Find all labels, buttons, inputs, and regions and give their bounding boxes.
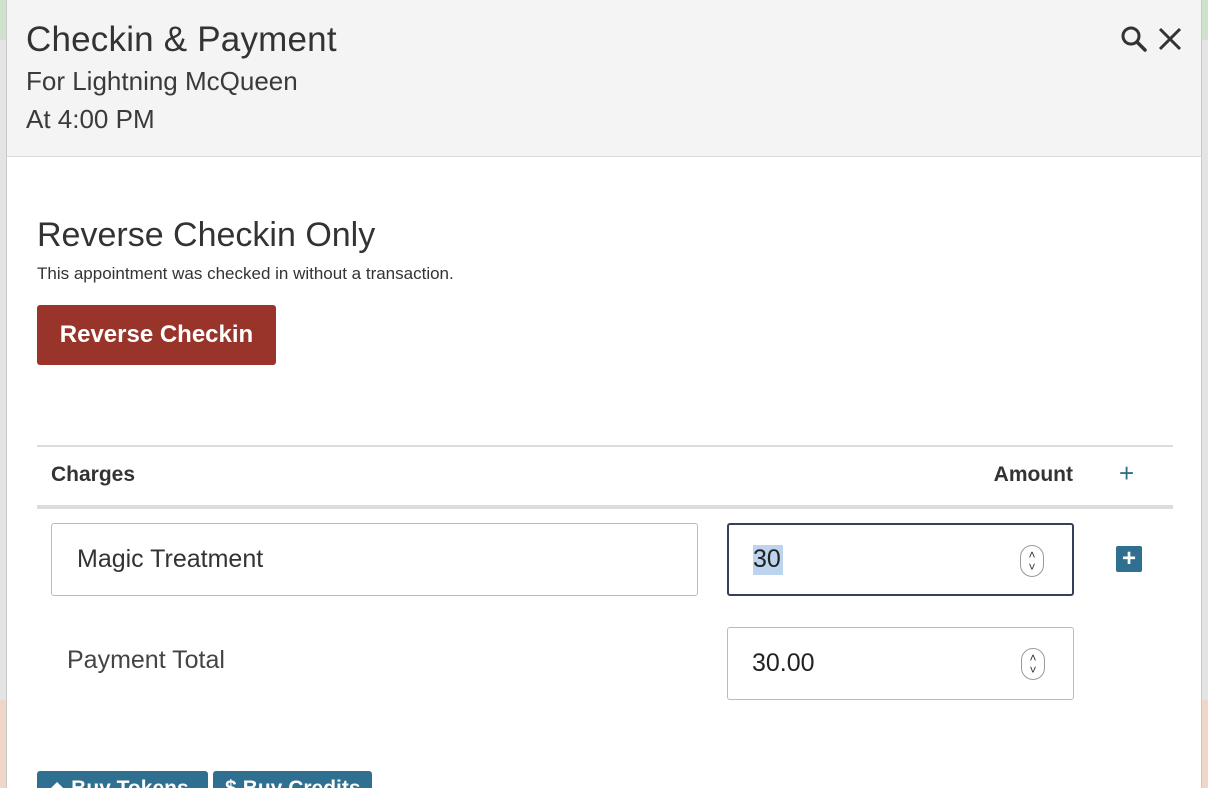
buy-tokens-button[interactable]: ◆ Buy Tokens bbox=[37, 771, 208, 788]
modal-subtitle-time: At 4:00 PM bbox=[26, 104, 155, 134]
charge-amount-field[interactable]: ˄ ˅ bbox=[727, 523, 1074, 596]
buy-credits-button[interactable]: $ Buy Credits bbox=[213, 771, 372, 788]
modal-subtitle-customer: For Lightning McQueen bbox=[26, 66, 298, 96]
modal-title: Checkin & Payment bbox=[26, 20, 337, 59]
table-top-divider bbox=[37, 445, 1173, 447]
checkin-payment-modal: Checkin & Payment For Lightning McQueen … bbox=[6, 0, 1202, 788]
reverse-checkin-button[interactable]: Reverse Checkin bbox=[37, 305, 276, 365]
backdrop-right bbox=[1202, 0, 1208, 788]
charge-name-input[interactable] bbox=[51, 523, 698, 596]
tag-icon: ◆ bbox=[49, 777, 65, 788]
search-icon[interactable] bbox=[1119, 24, 1149, 54]
amount-column-header: Amount bbox=[993, 463, 1073, 486]
add-row-button[interactable]: + bbox=[1116, 546, 1142, 572]
add-charge-header-button[interactable]: + bbox=[1119, 460, 1134, 486]
buy-tokens-label: Buy Tokens bbox=[71, 777, 188, 788]
payment-total-field[interactable]: ˄ ˅ bbox=[727, 627, 1074, 700]
modal-header: Checkin & Payment For Lightning McQueen … bbox=[7, 0, 1201, 157]
reverse-section-title: Reverse Checkin Only bbox=[37, 216, 376, 254]
reverse-section-description: This appointment was checked in without … bbox=[37, 264, 454, 283]
charge-amount-input[interactable] bbox=[729, 525, 1009, 594]
amount-stepper[interactable]: ˄ ˅ bbox=[1020, 545, 1044, 577]
chevron-down-icon[interactable]: ˅ bbox=[1028, 561, 1035, 573]
payment-total-stepper[interactable]: ˄ ˅ bbox=[1021, 648, 1045, 680]
payment-total-input[interactable] bbox=[728, 628, 1008, 699]
close-icon[interactable] bbox=[1155, 24, 1185, 54]
header-actions bbox=[1119, 24, 1185, 54]
charges-column-header: Charges bbox=[51, 463, 136, 486]
chevron-down-icon[interactable]: ˅ bbox=[1029, 664, 1036, 676]
table-header-divider bbox=[37, 505, 1173, 509]
payment-total-label: Payment Total bbox=[67, 646, 225, 674]
dollar-icon: $ bbox=[225, 777, 237, 788]
buy-credits-label: Buy Credits bbox=[243, 777, 361, 788]
